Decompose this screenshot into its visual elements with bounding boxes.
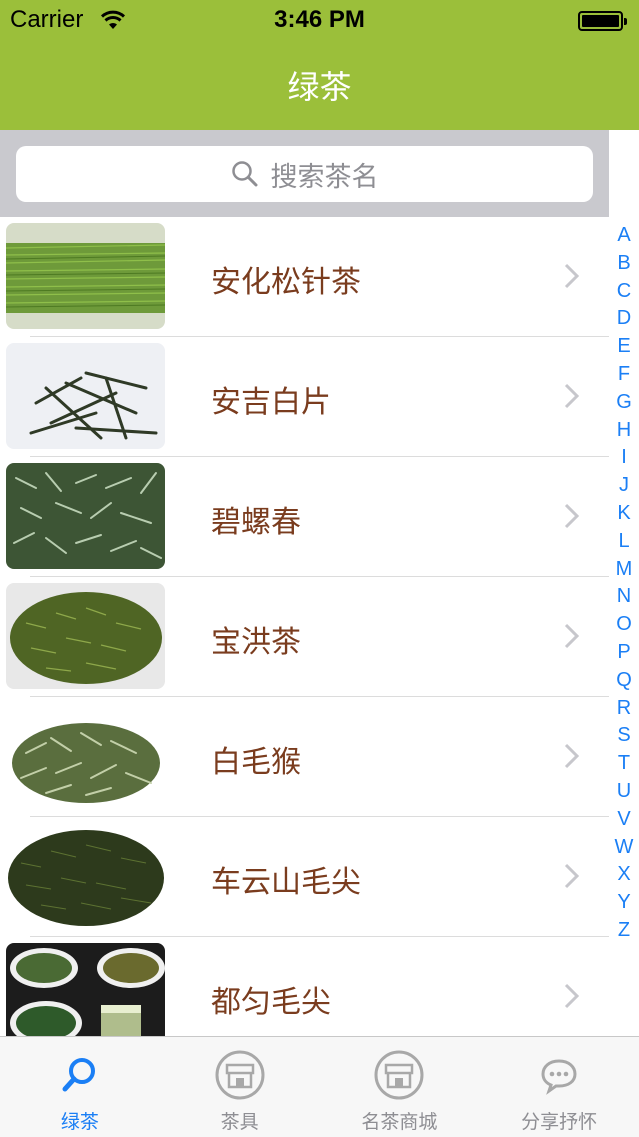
- tea-thumbnail-image: [6, 583, 165, 689]
- index-letter[interactable]: E: [609, 333, 639, 361]
- tea-thumbnail-image: [6, 223, 165, 329]
- tab-label: 茶具: [220, 1111, 259, 1133]
- tea-thumbnail-image: [6, 463, 165, 569]
- chevron-right-icon: [564, 263, 580, 289]
- search-icon: [62, 1058, 95, 1092]
- tab-bar: 绿茶 茶具 名茶商城 分享抒怀: [0, 1036, 639, 1137]
- search-input[interactable]: 搜索茶名: [16, 146, 593, 202]
- chevron-right-icon: [564, 983, 580, 1009]
- index-letter[interactable]: M: [609, 556, 639, 584]
- chevron-right-icon: [564, 863, 580, 889]
- tea-name: 安化松针茶: [211, 265, 361, 300]
- chevron-right-icon: [564, 743, 580, 769]
- index-letter[interactable]: D: [609, 305, 639, 333]
- tab-tea-mall[interactable]: 名茶商城: [320, 1037, 480, 1137]
- index-letter[interactable]: K: [609, 500, 639, 528]
- tea-name: 安吉白片: [211, 385, 331, 420]
- tea-row[interactable]: 碧螺春: [0, 457, 609, 577]
- index-letter[interactable]: Z: [609, 917, 639, 945]
- index-letter[interactable]: X: [609, 861, 639, 889]
- index-letter[interactable]: W: [609, 834, 639, 862]
- tea-name: 白毛猴: [211, 745, 301, 780]
- tea-thumbnail-image: [6, 703, 165, 809]
- index-letter[interactable]: R: [609, 695, 639, 723]
- index-letter[interactable]: L: [609, 528, 639, 556]
- store-icon: [215, 1050, 265, 1100]
- index-letter[interactable]: Y: [609, 889, 639, 917]
- index-letter[interactable]: U: [609, 778, 639, 806]
- tea-name: 都匀毛尖: [211, 985, 331, 1020]
- tea-row[interactable]: 车云山毛尖: [0, 817, 609, 937]
- navigation-header: Carrier 3:46 PM 绿茶: [0, 0, 639, 130]
- index-letter[interactable]: N: [609, 583, 639, 611]
- chevron-right-icon: [564, 383, 580, 409]
- index-letter[interactable]: Q: [609, 667, 639, 695]
- index-letter[interactable]: S: [609, 722, 639, 750]
- status-bar: Carrier 3:46 PM: [0, 0, 639, 42]
- battery-icon: [578, 11, 627, 31]
- index-letter[interactable]: I: [609, 444, 639, 472]
- store-icon: [374, 1050, 424, 1100]
- tab-tea-ware[interactable]: 茶具: [160, 1037, 320, 1137]
- chat-bubble-icon: [541, 1059, 577, 1095]
- tea-row[interactable]: 安化松针茶: [0, 217, 609, 337]
- chevron-right-icon: [564, 503, 580, 529]
- page-title: 绿茶: [287, 68, 352, 106]
- clock-time: 3:46 PM: [274, 6, 365, 33]
- tea-row[interactable]: 宝洪茶: [0, 577, 609, 697]
- tea-row[interactable]: 白毛猴: [0, 697, 609, 817]
- tea-name: 车云山毛尖: [211, 865, 361, 900]
- search-placeholder: 搜索茶名: [270, 161, 379, 193]
- index-letter[interactable]: A: [609, 222, 639, 250]
- tea-list: 安化松针茶 安吉白片 碧螺春 宝洪茶 白毛猴 车云山毛尖 都匀毛尖: [0, 217, 609, 1057]
- index-letter[interactable]: V: [609, 806, 639, 834]
- tab-label: 分享抒怀: [521, 1111, 598, 1133]
- index-letter[interactable]: C: [609, 278, 639, 306]
- tab-share[interactable]: 分享抒怀: [479, 1037, 639, 1137]
- tea-thumbnail-image: [6, 943, 165, 1049]
- tea-name: 碧螺春: [211, 505, 301, 540]
- index-letter[interactable]: T: [609, 750, 639, 778]
- search-bar: 搜索茶名: [0, 130, 609, 217]
- index-letter[interactable]: G: [609, 389, 639, 417]
- tea-thumbnail-image: [6, 343, 165, 449]
- tea-thumbnail-image: [6, 823, 165, 929]
- index-letter[interactable]: J: [609, 472, 639, 500]
- tab-label: 绿茶: [60, 1111, 99, 1133]
- index-letter[interactable]: O: [609, 611, 639, 639]
- search-icon: [231, 161, 257, 187]
- tea-row[interactable]: 安吉白片: [0, 337, 609, 457]
- index-letter[interactable]: P: [609, 639, 639, 667]
- index-letter[interactable]: F: [609, 361, 639, 389]
- tab-green-tea[interactable]: 绿茶: [0, 1037, 160, 1137]
- tea-name: 宝洪茶: [211, 625, 301, 660]
- chevron-right-icon: [564, 623, 580, 649]
- tab-label: 名茶商城: [361, 1111, 438, 1133]
- index-letter[interactable]: B: [609, 250, 639, 278]
- index-letter[interactable]: H: [609, 417, 639, 445]
- section-index[interactable]: A B C D E F G H I J K L M N O P Q R S T …: [609, 222, 639, 945]
